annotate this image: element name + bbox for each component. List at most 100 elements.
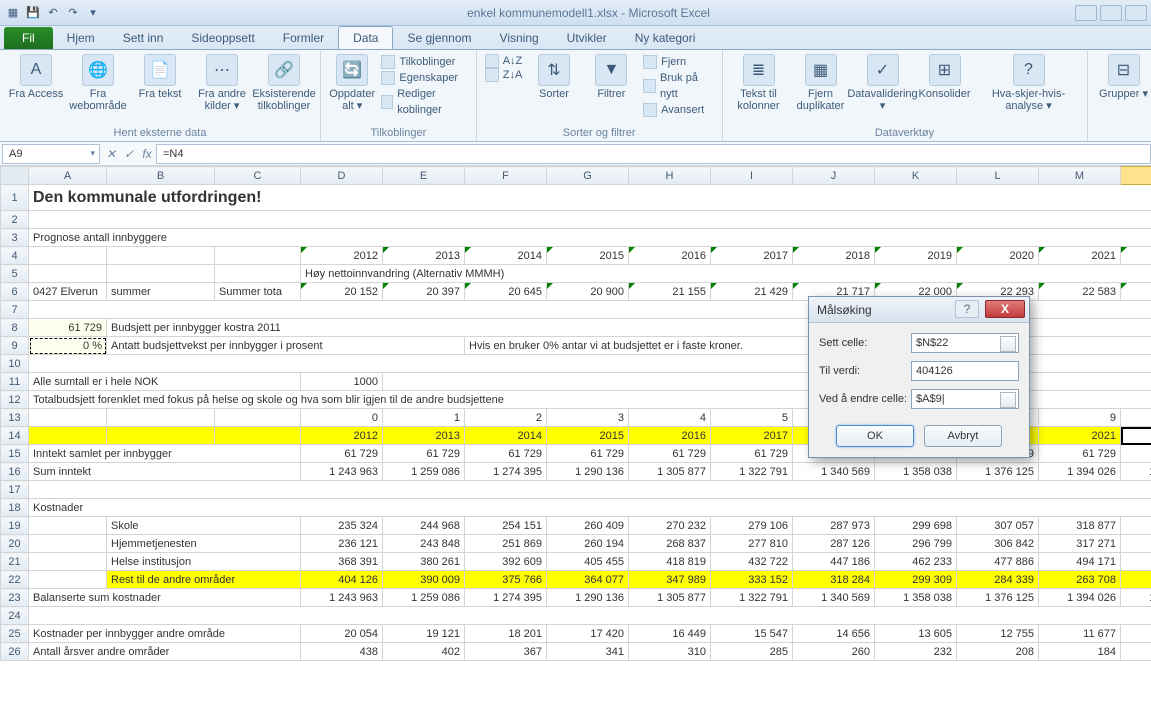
cell[interactable]: 447 186 — [793, 553, 875, 571]
cell[interactable]: 263 708 — [1039, 571, 1121, 589]
cell[interactable]: 296 799 — [875, 535, 957, 553]
cell[interactable]: 1 259 086 — [383, 589, 465, 607]
tab-formulas[interactable]: Formler — [269, 27, 338, 49]
column-headers[interactable]: A B C D E F G H I J K L M N — [1, 167, 1151, 185]
data-validation-button[interactable]: ✓Datavalidering ▾ — [855, 54, 911, 112]
cell[interactable]: 208 — [957, 643, 1039, 661]
cell[interactable]: 10 — [1121, 409, 1151, 427]
cell[interactable]: 21 429 — [711, 283, 793, 301]
cell[interactable]: 260 194 — [547, 535, 629, 553]
cell[interactable]: 1 305 877 — [629, 589, 711, 607]
cell[interactable]: 2016 — [629, 247, 711, 265]
cell[interactable]: 347 989 — [629, 571, 711, 589]
row-1[interactable]: 1Den kommunale utfordringen! — [1, 185, 1151, 211]
connections-button[interactable]: Tilkoblinger — [381, 54, 467, 70]
cell[interactable]: 184 — [1039, 643, 1121, 661]
cell[interactable]: 61 729 — [301, 445, 383, 463]
sort-button[interactable]: ⇅Sorter — [528, 54, 579, 100]
cell[interactable]: 1000 — [301, 373, 383, 391]
cell[interactable]: 2014 — [465, 247, 547, 265]
cell[interactable]: 16 449 — [629, 625, 711, 643]
cell[interactable]: Høy nettoinnvandring (Alternativ MMMH) — [301, 265, 1151, 283]
redo-icon[interactable]: ↷ — [64, 4, 82, 22]
set-cell-input[interactable]: $N$22 — [911, 333, 1019, 353]
goal-seek-dialog[interactable]: Målsøking ? X Sett celle: $N$22 Til verd… — [808, 296, 1030, 458]
cell[interactable]: 418 819 — [629, 553, 711, 571]
excel-icon[interactable]: ▦ — [4, 4, 22, 22]
cell[interactable]: 9 — [1039, 409, 1121, 427]
cell[interactable]: 11 677 — [1039, 625, 1121, 643]
row-2[interactable]: 2 — [1, 211, 1151, 229]
cell[interactable]: 17 420 — [547, 625, 629, 643]
row-4[interactable]: 4 2012 2013 2014 2015 2016 2017 2018 201… — [1, 247, 1151, 265]
cell[interactable]: 1 322 791 — [711, 463, 793, 481]
cell[interactable]: 390 009 — [383, 571, 465, 589]
cell[interactable]: 232 — [875, 643, 957, 661]
cell[interactable]: 1 358 038 — [875, 589, 957, 607]
filter-button[interactable]: ▼Filtrer — [586, 54, 637, 100]
cell[interactable]: 299 309 — [875, 571, 957, 589]
tab-home[interactable]: Hjem — [53, 27, 109, 49]
cell[interactable]: 317 271 — [1039, 535, 1121, 553]
cell[interactable]: 12 755 — [957, 625, 1039, 643]
cell[interactable]: 254 151 — [465, 517, 547, 535]
cell[interactable]: 2021 — [1039, 247, 1121, 265]
advanced-filter-button[interactable]: Avansert — [643, 102, 713, 118]
cell[interactable]: 333 152 — [711, 571, 793, 589]
cell[interactable]: 10 621 — [1121, 625, 1151, 643]
cell[interactable]: 2021 — [1039, 427, 1121, 445]
cell[interactable]: Antall årsver andre områder — [29, 643, 301, 661]
col-header[interactable]: A — [29, 167, 107, 185]
enter-formula-icon[interactable]: ✓ — [120, 145, 138, 163]
cell[interactable]: 61 729 — [1121, 445, 1151, 463]
cell[interactable]: 1 305 877 — [629, 463, 711, 481]
ok-button[interactable]: OK — [836, 425, 914, 447]
cell[interactable]: 270 232 — [629, 517, 711, 535]
cell[interactable]: 284 339 — [957, 571, 1039, 589]
cell[interactable]: 405 455 — [547, 553, 629, 571]
cell[interactable]: 61 729 — [547, 445, 629, 463]
col-header[interactable]: J — [793, 167, 875, 185]
cell[interactable]: 235 324 — [301, 517, 383, 535]
cell[interactable]: 1 394 026 — [1039, 589, 1121, 607]
minimize-button[interactable] — [1075, 5, 1097, 21]
cell[interactable]: 2013 — [383, 247, 465, 265]
consolidate-button[interactable]: ⊞Konsolider — [917, 54, 973, 100]
cell[interactable]: 511 112 — [1121, 553, 1151, 571]
from-web-button[interactable]: 🌐Fra webområde — [70, 54, 126, 112]
cell[interactable]: 306 842 — [957, 535, 1039, 553]
tab-review[interactable]: Se gjennom — [393, 27, 485, 49]
cell-n14[interactable]: 2022 — [1121, 427, 1151, 445]
cell[interactable]: 61 729 — [383, 445, 465, 463]
cell[interactable]: 13 605 — [875, 625, 957, 643]
cell[interactable]: 2014 — [465, 427, 547, 445]
cell[interactable]: Kostnader per innbygger andre område — [29, 625, 301, 643]
cell[interactable]: 462 233 — [875, 553, 957, 571]
cell[interactable]: 1 394 026 — [1039, 463, 1121, 481]
cell[interactable]: 61 729 — [1039, 445, 1121, 463]
row-19[interactable]: 19Skole 235 324244 968254 151260 409270 … — [1, 517, 1151, 535]
cell[interactable]: 1 358 038 — [875, 463, 957, 481]
cell[interactable]: 20 900 — [547, 283, 629, 301]
cell[interactable]: 268 837 — [629, 535, 711, 553]
cell[interactable]: 2016 — [629, 427, 711, 445]
cell[interactable]: 22 583 — [1039, 283, 1121, 301]
cell[interactable]: 2019 — [875, 247, 957, 265]
cell[interactable]: 1 290 136 — [547, 589, 629, 607]
cell[interactable]: Sum inntekt — [29, 463, 301, 481]
cell[interactable]: 380 261 — [383, 553, 465, 571]
row-3[interactable]: 3Prognose antall innbyggere — [1, 229, 1151, 247]
fx-icon[interactable]: fx — [138, 145, 156, 163]
cell[interactable]: 61 729 — [711, 445, 793, 463]
cell[interactable]: 477 886 — [957, 553, 1039, 571]
row-23[interactable]: 23 Balanserte sum kostnader 1 243 9631 2… — [1, 589, 1151, 607]
maximize-button[interactable] — [1100, 5, 1122, 21]
cell[interactable]: 1 412 977 — [1121, 589, 1151, 607]
tab-view[interactable]: Visning — [486, 27, 553, 49]
cell[interactable]: 251 869 — [465, 535, 547, 553]
cell[interactable]: Den kommunale utfordringen! — [29, 185, 1151, 211]
cell[interactable]: 4 — [629, 409, 711, 427]
col-header[interactable]: F — [465, 167, 547, 185]
cell[interactable]: 236 121 — [301, 535, 383, 553]
cell[interactable]: Balanserte sum kostnader — [29, 589, 301, 607]
